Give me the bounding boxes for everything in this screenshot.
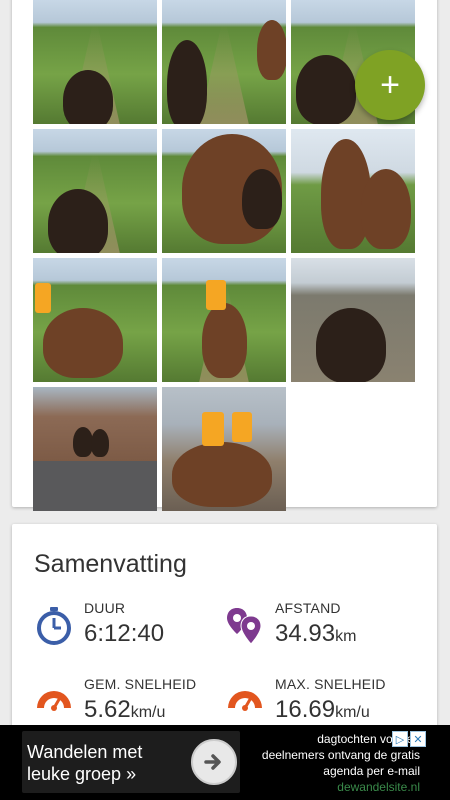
ad-cta-button[interactable]: Wandelen met leuke groep » <box>22 731 240 793</box>
ad-info-icon[interactable]: ▷ <box>392 731 408 747</box>
ad-cta-line: Wandelen met <box>27 742 143 762</box>
photo-thumbnail[interactable] <box>162 0 286 124</box>
stat-label: AFSTAND <box>275 600 341 616</box>
stat-label: DUUR <box>84 600 126 616</box>
ad-cta-line: leuke groep » <box>27 764 137 784</box>
ad-body-line: deelnemers ontvang de gratis <box>261 748 420 762</box>
photo-thumbnail[interactable] <box>33 258 157 382</box>
route-markers-icon <box>227 608 262 645</box>
plus-icon: + <box>380 66 400 104</box>
ad-body-line: agenda per e-mail <box>323 764 420 778</box>
photo-thumbnail[interactable] <box>291 258 415 382</box>
photo-thumbnail[interactable] <box>162 387 286 511</box>
ad-close-icon[interactable]: ✕ <box>410 731 426 747</box>
stat-label: GEM. SNELHEID <box>84 676 197 692</box>
speedometer-icon <box>228 691 262 711</box>
ad-badges: ▷ ✕ <box>392 731 426 747</box>
photo-thumbnail[interactable] <box>33 129 157 253</box>
stat-value: 16.69km/u <box>275 696 370 723</box>
ad-domain[interactable]: dewandelsite.nl <box>248 779 420 795</box>
stat-value: 34.93km <box>275 620 357 647</box>
photo-thumbnail[interactable] <box>291 129 415 253</box>
summary-card: Samenvatting DUUR 6:12:40 AFSTAND 34.93k… <box>12 524 437 744</box>
stat-duration: DUUR 6:12:40 <box>34 600 224 660</box>
photo-thumbnail[interactable] <box>33 387 157 511</box>
stat-label: MAX. SNELHEID <box>275 676 386 692</box>
arrow-right-icon[interactable] <box>191 739 237 785</box>
stat-distance: AFSTAND 34.93km <box>225 600 415 660</box>
photo-thumbnail[interactable] <box>162 258 286 382</box>
add-button[interactable]: + <box>355 50 425 120</box>
stat-value: 5.62km/u <box>84 696 166 723</box>
summary-title: Samenvatting <box>34 550 187 578</box>
speedometer-icon <box>37 691 71 711</box>
photo-thumbnail[interactable] <box>162 129 286 253</box>
stopwatch-icon <box>37 607 71 645</box>
stat-value: 6:12:40 <box>84 620 165 647</box>
photo-thumbnail[interactable] <box>33 0 157 124</box>
ad-banner[interactable]: Wandelen met leuke groep » dagtochten vo… <box>0 725 450 800</box>
